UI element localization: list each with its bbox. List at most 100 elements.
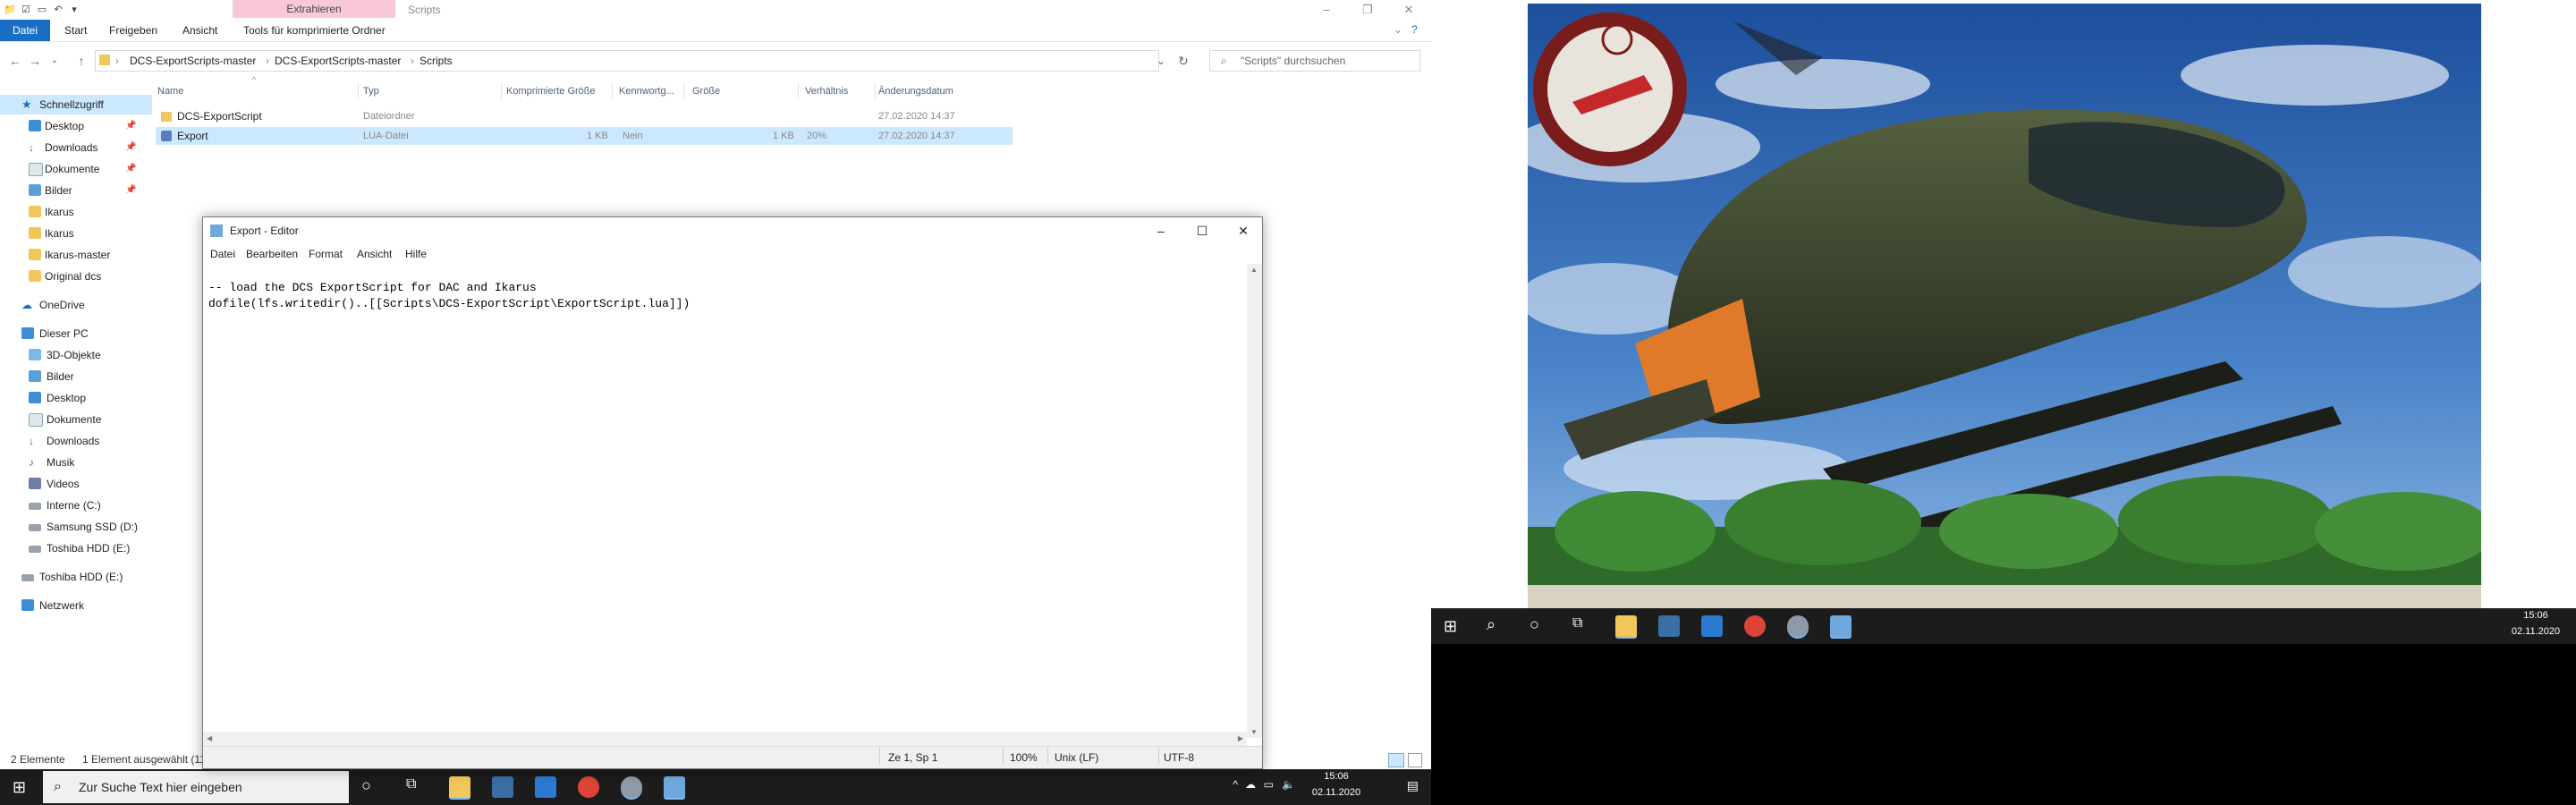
tab-ansicht[interactable]: Ansicht	[174, 20, 226, 41]
minimize-button[interactable]: –	[1306, 0, 1347, 20]
up-arrow-icon[interactable]: ↑	[72, 48, 91, 73]
chrome-icon[interactable]	[1744, 615, 1766, 637]
taskbar-search-box[interactable]: ⌕ Zur Suche Text hier eingeben	[43, 771, 349, 803]
folder-icon[interactable]: 📁	[4, 4, 16, 16]
breadcrumb-item[interactable]: Scripts	[419, 51, 453, 71]
mail-icon[interactable]	[1701, 615, 1723, 637]
back-arrow-icon[interactable]: ←	[5, 48, 25, 73]
file-explorer-icon[interactable]	[449, 776, 470, 800]
column-separator[interactable]	[612, 82, 613, 100]
refresh-icon[interactable]: ↻	[1174, 48, 1193, 73]
notepad-title-bar[interactable]: Export - Editor – ☐ ✕	[203, 217, 1262, 244]
task-view-icon[interactable]: ⧉	[406, 776, 416, 792]
menu-hilfe[interactable]: Hilfe	[405, 244, 427, 264]
properties-icon[interactable]: ☑	[20, 4, 32, 16]
customize-qat-icon[interactable]: ▾	[68, 4, 80, 16]
file-row-selected[interactable]: Export LUA-Datei 1 KB Nein 1 KB 20% 27.0…	[156, 127, 1013, 145]
volume-icon[interactable]: 🔈	[1282, 778, 1295, 791]
nav-item-bilder[interactable]: Bilder 📌	[0, 181, 143, 200]
scroll-left-icon[interactable]: ◀	[207, 734, 212, 742]
column-header-aenderungsdatum[interactable]: Änderungsdatum	[878, 82, 953, 100]
address-dropdown-icon[interactable]: ⌄	[1157, 51, 1165, 71]
column-separator[interactable]	[501, 82, 502, 100]
taskbar-date[interactable]: 02.11.2020	[2496, 626, 2576, 637]
notepad-icon[interactable]	[664, 776, 685, 800]
notepad-text-area[interactable]: -- load the DCS ExportScript for DAC and…	[208, 280, 1246, 691]
store-icon[interactable]	[1658, 615, 1680, 637]
column-header-verhaeltnis[interactable]: Verhältnis	[805, 82, 848, 100]
mail-icon[interactable]	[535, 776, 556, 798]
breadcrumb-separator-icon[interactable]: ›	[115, 51, 119, 71]
pin-icon[interactable]: 📌	[125, 159, 136, 179]
task-view-icon[interactable]: ⧉	[1572, 615, 1582, 631]
breadcrumb-separator-icon[interactable]: ›	[266, 51, 269, 71]
column-header-kennwort[interactable]: Kennwortg...	[619, 82, 674, 100]
menu-datei[interactable]: Datei	[210, 244, 235, 264]
forward-arrow-icon[interactable]: →	[25, 48, 45, 73]
column-separator[interactable]	[358, 82, 359, 100]
tab-start[interactable]: Start	[55, 20, 96, 41]
column-header-komprimierte-groesse[interactable]: Komprimierte Größe	[506, 82, 596, 100]
taskbar-time[interactable]: 15:06	[2496, 610, 2576, 621]
scroll-right-icon[interactable]: ▶	[1238, 734, 1243, 742]
tab-freigeben[interactable]: Freigeben	[100, 20, 166, 41]
close-button[interactable]: ✕	[1388, 0, 1429, 20]
pin-icon[interactable]: 📌	[125, 181, 136, 200]
helicopter-app-icon[interactable]	[621, 776, 642, 800]
menu-format[interactable]: Format	[309, 244, 343, 264]
chevron-down-icon[interactable]: ⌄	[1394, 23, 1402, 36]
nav-item-desktop[interactable]: Desktop 📌	[0, 116, 143, 136]
nav-item-dokumente[interactable]: Dokumente 📌	[0, 159, 143, 179]
column-header-name[interactable]: Name	[157, 82, 183, 100]
menu-bearbeiten[interactable]: Bearbeiten	[246, 244, 298, 264]
cortana-icon[interactable]: ○	[361, 776, 371, 795]
horizontal-scrollbar[interactable]: ◀ ▶	[203, 732, 1247, 747]
details-view-icon[interactable]	[1388, 753, 1404, 767]
nav-item-downloads[interactable]: ↓ Downloads 📌	[0, 138, 143, 157]
cortana-icon[interactable]: ○	[1530, 615, 1539, 634]
store-icon[interactable]	[492, 776, 513, 798]
tab-datei[interactable]: Datei	[0, 20, 51, 41]
column-separator[interactable]	[875, 82, 876, 100]
tray-overflow-icon[interactable]: ^	[1233, 778, 1238, 791]
breadcrumb-separator-icon[interactable]: ›	[411, 51, 414, 71]
breadcrumb-item[interactable]: DCS-ExportScripts-master	[130, 51, 256, 71]
undo-icon[interactable]: ↶	[52, 4, 64, 16]
minimize-button[interactable]: –	[1140, 217, 1182, 244]
recent-locations-icon[interactable]: ⌄	[45, 48, 64, 73]
tiles-view-icon[interactable]	[1408, 753, 1422, 767]
chrome-icon[interactable]	[578, 776, 599, 798]
windows-start-icon[interactable]: ⊞	[1444, 617, 1457, 635]
vertical-scrollbar[interactable]: ▲ ▼	[1247, 264, 1262, 738]
network-icon[interactable]: ▭	[1264, 778, 1274, 791]
close-button[interactable]: ✕	[1223, 217, 1264, 244]
tab-tools-komprimierte-ordner[interactable]: Tools für komprimierte Ordner	[234, 20, 394, 41]
notification-icon[interactable]: ▤	[1407, 778, 1419, 793]
context-tab-extrahieren[interactable]: Extrahieren	[233, 0, 395, 18]
column-separator[interactable]	[683, 82, 684, 100]
column-header-groesse[interactable]: Größe	[692, 82, 720, 100]
file-row[interactable]: DCS-ExportScript Dateiordner 27.02.2020 …	[156, 107, 1013, 125]
search-icon[interactable]: ⌕	[1487, 615, 1496, 634]
taskbar-time[interactable]: 15:06	[1301, 771, 1372, 782]
column-separator[interactable]	[798, 82, 799, 100]
address-bar[interactable]: › DCS-ExportScripts-master › DCS-ExportS…	[95, 50, 1165, 72]
column-header-typ[interactable]: Typ	[363, 82, 379, 100]
windows-start-icon[interactable]: ⊞	[13, 778, 26, 796]
pin-icon[interactable]: 📌	[125, 138, 136, 157]
pin-icon[interactable]: 📌	[125, 116, 136, 136]
scroll-down-icon[interactable]: ▼	[1250, 728, 1258, 736]
help-icon[interactable]: ?	[1411, 23, 1418, 36]
scroll-up-icon[interactable]: ▲	[1250, 266, 1258, 274]
new-folder-icon[interactable]: ▭	[36, 4, 48, 16]
maximize-button[interactable]: ❐	[1347, 0, 1388, 20]
taskbar-date[interactable]: 02.11.2020	[1301, 787, 1372, 798]
cloud-icon[interactable]: ☁	[1245, 778, 1256, 791]
menu-ansicht[interactable]: Ansicht	[357, 244, 392, 264]
breadcrumb-item[interactable]: DCS-ExportScripts-master	[275, 51, 401, 71]
notepad-icon[interactable]	[1830, 615, 1852, 639]
file-explorer-icon[interactable]	[1615, 615, 1637, 639]
maximize-button[interactable]: ☐	[1182, 217, 1223, 244]
nav-item-schnellzugriff[interactable]: ★ Schnellzugriff	[0, 95, 152, 114]
search-input[interactable]: ⌕ "Scripts" durchsuchen	[1209, 50, 1420, 72]
